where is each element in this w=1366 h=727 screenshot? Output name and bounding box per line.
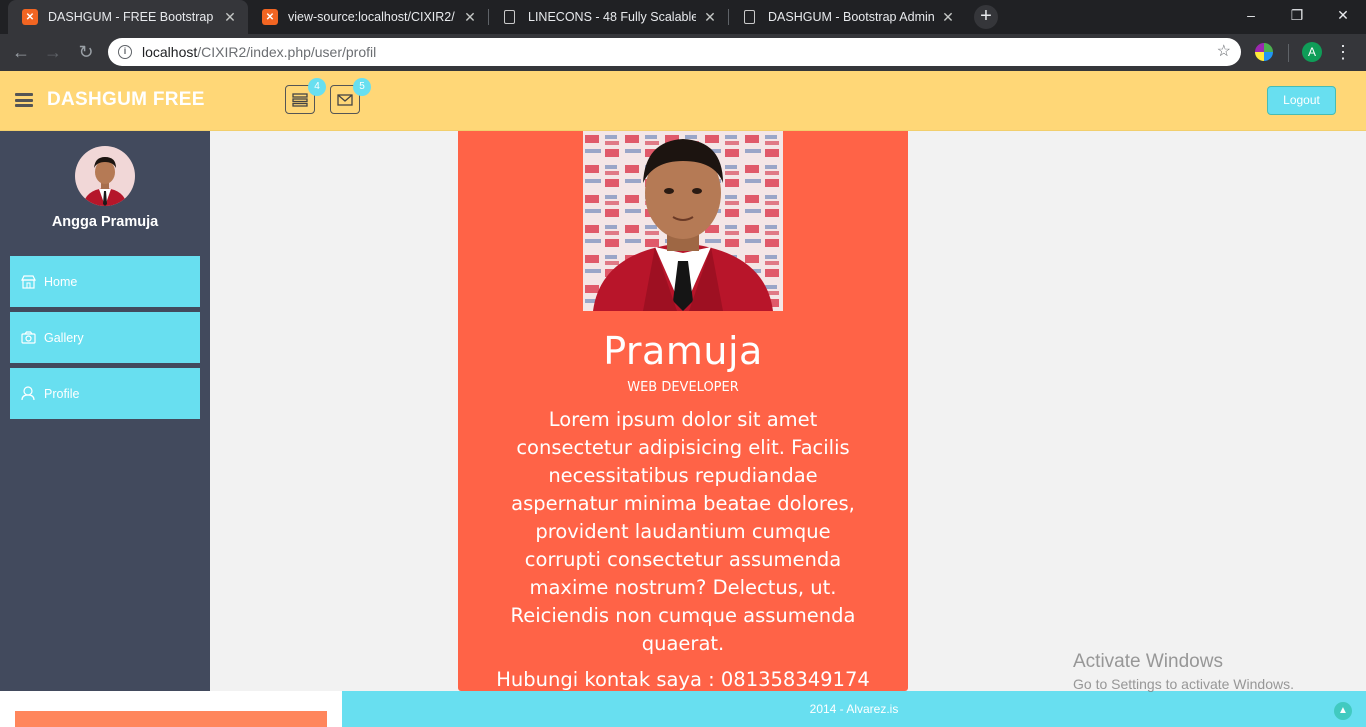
browser-tab-2[interactable]: ✕ view-source:localhost/CIXIR2/ ✕ bbox=[248, 0, 488, 34]
restore-icon[interactable]: ❐ bbox=[1274, 0, 1320, 30]
brand-logo[interactable]: DASHGUM FREE bbox=[47, 89, 205, 111]
window-close-icon[interactable]: ✕ bbox=[1320, 0, 1366, 30]
xampp-icon: ✕ bbox=[262, 9, 278, 25]
sidebar-toggle-icon[interactable] bbox=[15, 93, 33, 107]
go-top-icon[interactable]: ▲ bbox=[1334, 702, 1352, 720]
browser-tab-1[interactable]: ✕ DASHGUM - FREE Bootstrap Admin ✕ bbox=[8, 0, 248, 34]
reload-icon[interactable]: ↻ bbox=[74, 40, 98, 64]
browser-menu-icon[interactable]: ⋮ bbox=[1334, 40, 1352, 64]
tasks-badge: 4 bbox=[308, 78, 326, 96]
close-tab-icon[interactable]: ✕ bbox=[940, 9, 956, 26]
xampp-icon: ✕ bbox=[22, 9, 38, 25]
extension-icon[interactable] bbox=[1255, 43, 1273, 61]
profile-contact: Hubungi kontak saya : 081358349174 bbox=[496, 668, 870, 691]
sidebar-item-gallery[interactable]: Gallery bbox=[10, 312, 200, 363]
watermark-subtitle: Go to Settings to activate Windows. bbox=[1073, 676, 1294, 692]
tab-title: LINECONS - 48 Fully Scalable Vec bbox=[528, 10, 696, 24]
tab-title: DASHGUM - Bootstrap Admin Te bbox=[768, 10, 934, 24]
toolbar-divider bbox=[1288, 44, 1289, 62]
profile-card: Pramuja WEB DEVELOPER Lorem ipsum dolor … bbox=[458, 131, 908, 691]
watermark-title: Activate Windows bbox=[1073, 651, 1223, 672]
profile-photo bbox=[583, 131, 783, 311]
user-icon bbox=[20, 386, 36, 402]
new-tab-button[interactable]: + bbox=[974, 5, 998, 29]
messages-button[interactable]: 5 bbox=[330, 78, 371, 114]
tab-title: view-source:localhost/CIXIR2/ bbox=[288, 10, 455, 24]
sidebar-item-home[interactable]: Home bbox=[10, 256, 200, 307]
address-bar[interactable]: i localhost/CIXIR2/index.php/user/profil… bbox=[108, 38, 1241, 66]
bookmark-star-icon[interactable]: ☆ bbox=[1217, 41, 1231, 61]
sidebar: Angga Pramuja Home Gallery Profile bbox=[0, 131, 210, 691]
sidebar-user-name: Angga Pramuja bbox=[51, 214, 159, 230]
home-icon bbox=[20, 274, 36, 290]
tab-title: DASHGUM - FREE Bootstrap Admin bbox=[48, 10, 216, 24]
back-icon[interactable]: ← bbox=[9, 40, 33, 64]
logout-button[interactable]: Logout bbox=[1267, 86, 1336, 115]
close-tab-icon[interactable]: ✕ bbox=[702, 9, 718, 26]
url-text: localhost/CIXIR2/index.php/user/profil bbox=[142, 44, 377, 60]
avatar-photo bbox=[75, 146, 135, 206]
avatar[interactable] bbox=[75, 146, 135, 206]
profile-name: Pramuja bbox=[603, 329, 763, 373]
app-header: DASHGUM FREE 4 5 Logout bbox=[0, 71, 1366, 131]
sidebar-item-profile[interactable]: Profile bbox=[10, 368, 200, 419]
tasks-button[interactable]: 4 bbox=[285, 78, 326, 114]
envelope-icon bbox=[337, 93, 353, 106]
tasks-icon bbox=[292, 92, 308, 107]
profile-role: WEB DEVELOPER bbox=[627, 380, 739, 395]
minimize-icon[interactable]: – bbox=[1228, 0, 1274, 30]
footer-text: 2014 - Alvarez.is bbox=[809, 702, 899, 716]
document-icon bbox=[744, 10, 755, 24]
browser-tab-bar: ✕ DASHGUM - FREE Bootstrap Admin ✕ ✕ vie… bbox=[0, 0, 1366, 34]
close-tab-icon[interactable]: ✕ bbox=[462, 9, 478, 26]
site-footer: 2014 - Alvarez.is ▲ bbox=[342, 691, 1366, 727]
sidebar-item-label: Profile bbox=[44, 386, 80, 401]
footer-left-panel bbox=[15, 711, 327, 727]
close-tab-icon[interactable]: ✕ bbox=[222, 9, 238, 26]
forward-icon[interactable]: → bbox=[41, 40, 65, 64]
messages-badge: 5 bbox=[353, 78, 371, 96]
browser-tab-4[interactable]: DASHGUM - Bootstrap Admin Te ✕ bbox=[728, 0, 966, 34]
sidebar-item-label: Home bbox=[44, 274, 78, 289]
windows-activation-watermark: Activate Windows Go to Settings to activ… bbox=[1073, 651, 1294, 692]
camera-icon bbox=[20, 330, 36, 346]
document-icon bbox=[504, 10, 515, 24]
profile-bio: Lorem ipsum dolor sit amet consectetur a… bbox=[510, 408, 856, 655]
browser-tab-3[interactable]: LINECONS - 48 Fully Scalable Vec ✕ bbox=[488, 0, 728, 34]
profile-avatar[interactable]: A bbox=[1302, 42, 1322, 62]
browser-toolbar: ← → ↻ i localhost/CIXIR2/index.php/user/… bbox=[0, 34, 1366, 71]
sidebar-item-label: Gallery bbox=[44, 330, 84, 345]
info-icon[interactable]: i bbox=[118, 45, 132, 59]
